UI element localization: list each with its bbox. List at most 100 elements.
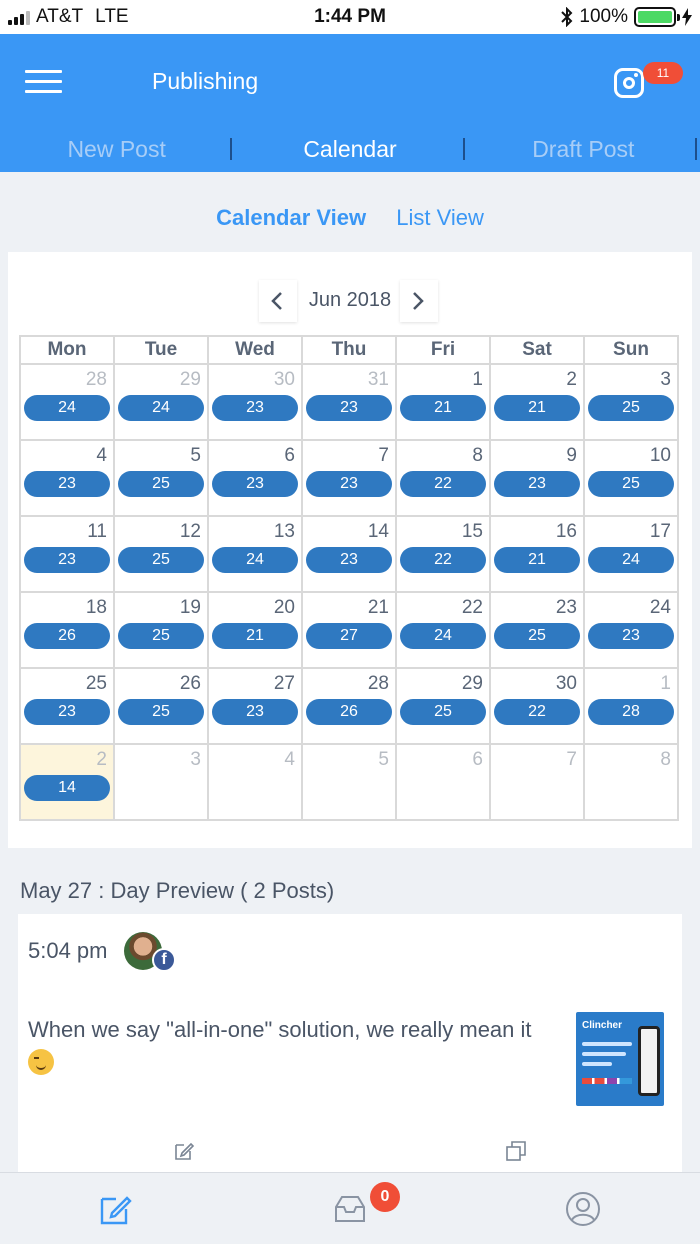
post-count-badge[interactable]: 21 [212,623,298,649]
post-count-badge[interactable]: 25 [400,699,486,725]
post-count-badge[interactable]: 25 [494,623,580,649]
edit-icon[interactable] [173,1140,195,1162]
post-count-badge[interactable]: 25 [588,395,674,421]
post-count-badge[interactable]: 25 [118,699,204,725]
post-card[interactable]: 5:04 pm f When we say "all-in-one" solut… [18,914,682,1172]
post-count-badge[interactable]: 22 [400,547,486,573]
post-count-badge[interactable]: 26 [306,699,392,725]
calendar-day-cell[interactable]: 10 25 [583,439,679,517]
calendar-day-cell[interactable]: 21 27 [301,591,397,669]
app-header: Publishing 11 New Post Calendar Draft Po… [0,34,700,172]
compose-icon[interactable] [98,1191,134,1227]
post-thumbnail[interactable]: Clincher [576,1012,664,1106]
calendar-day-cell[interactable]: 1 21 [395,363,491,441]
post-count-badge[interactable]: 22 [494,699,580,725]
post-count-badge[interactable]: 21 [494,395,580,421]
calendar-day-cell[interactable]: 3 25 [583,363,679,441]
post-count-badge[interactable]: 22 [400,471,486,497]
post-count-badge[interactable]: 28 [588,699,674,725]
calendar-day-cell[interactable]: 19 25 [113,591,209,669]
post-count-badge[interactable]: 27 [306,623,392,649]
calendar-day-cell[interactable]: 14 23 [301,515,397,593]
calendar-day-cell[interactable]: 15 22 [395,515,491,593]
post-count-badge[interactable]: 21 [400,395,486,421]
calendar-day-cell[interactable]: 20 21 [207,591,303,669]
instagram-icon[interactable] [614,68,644,98]
post-count-badge[interactable]: 24 [24,395,110,421]
calendar-day-cell[interactable]: 6 [395,743,491,821]
day-number: 13 [273,521,295,542]
calendar-day-cell[interactable]: 22 24 [395,591,491,669]
post-count-badge[interactable]: 24 [118,395,204,421]
tab-draft-post[interactable]: Draft Post [467,130,700,172]
calendar-day-cell[interactable]: 1 28 [583,667,679,745]
day-number: 20 [273,597,295,618]
calendar-day-cell[interactable]: 11 23 [19,515,115,593]
post-count-badge[interactable]: 23 [24,547,110,573]
post-count-badge[interactable]: 23 [212,699,298,725]
calendar-day-cell[interactable]: 3 [113,743,209,821]
calendar-day-cell[interactable]: 12 25 [113,515,209,593]
post-count-badge[interactable]: 24 [212,547,298,573]
calendar-day-cell[interactable]: 27 23 [207,667,303,745]
post-count-badge[interactable]: 23 [24,471,110,497]
calendar-day-cell[interactable]: 29 25 [395,667,491,745]
duplicate-icon[interactable] [505,1140,527,1162]
calendar-day-cell[interactable]: 28 24 [19,363,115,441]
profile-icon[interactable] [565,1191,601,1227]
calendar-day-cell[interactable]: 7 23 [301,439,397,517]
post-count-badge[interactable]: 23 [24,699,110,725]
tab-calendar[interactable]: Calendar [233,130,466,172]
post-text: When we say "all-in-one" solution, we re… [28,1014,558,1076]
menu-icon[interactable] [25,70,62,94]
calendar-day-cell[interactable]: 4 [207,743,303,821]
post-count-badge[interactable]: 23 [494,471,580,497]
calendar-view-toggle[interactable]: Calendar View [216,205,366,230]
calendar-day-cell[interactable]: 18 26 [19,591,115,669]
calendar-day-cell[interactable]: 4 23 [19,439,115,517]
calendar-day-cell[interactable]: 29 24 [113,363,209,441]
calendar-day-cell[interactable]: 8 22 [395,439,491,517]
post-count-badge[interactable]: 25 [118,623,204,649]
inbox-icon[interactable] [332,1191,368,1227]
calendar-day-cell[interactable]: 17 24 [583,515,679,593]
calendar-day-cell[interactable]: 5 [301,743,397,821]
post-count-badge[interactable]: 25 [118,471,204,497]
post-count-badge[interactable]: 24 [588,547,674,573]
calendar-day-cell[interactable]: 24 23 [583,591,679,669]
calendar-day-cell[interactable]: 9 23 [489,439,585,517]
calendar-day-cell[interactable]: 5 25 [113,439,209,517]
post-count-badge[interactable]: 24 [400,623,486,649]
day-number: 18 [85,597,107,618]
calendar-day-cell[interactable]: 30 23 [207,363,303,441]
status-right: 100% [561,6,692,28]
calendar-day-cell[interactable]: 30 22 [489,667,585,745]
post-count-badge[interactable]: 26 [24,623,110,649]
post-count-badge[interactable]: 23 [306,547,392,573]
next-month-button[interactable] [400,280,438,322]
post-count-badge[interactable]: 21 [494,547,580,573]
prev-month-button[interactable] [259,280,297,322]
calendar-day-cell[interactable]: 13 24 [207,515,303,593]
calendar-day-cell[interactable]: 28 26 [301,667,397,745]
post-count-badge[interactable]: 23 [306,395,392,421]
calendar-day-cell[interactable]: 2 14 [19,743,115,821]
post-count-badge[interactable]: 23 [588,623,674,649]
post-count-badge[interactable]: 23 [212,395,298,421]
calendar-day-cell[interactable]: 31 23 [301,363,397,441]
tab-new-post[interactable]: New Post [0,130,233,172]
calendar-day-cell[interactable]: 6 23 [207,439,303,517]
calendar-day-cell[interactable]: 25 23 [19,667,115,745]
post-count-badge[interactable]: 14 [24,775,110,801]
calendar-day-cell[interactable]: 16 21 [489,515,585,593]
post-count-badge[interactable]: 25 [118,547,204,573]
calendar-day-cell[interactable]: 8 [583,743,679,821]
post-count-badge[interactable]: 23 [212,471,298,497]
post-count-badge[interactable]: 23 [306,471,392,497]
post-count-badge[interactable]: 25 [588,471,674,497]
calendar-day-cell[interactable]: 7 [489,743,585,821]
calendar-day-cell[interactable]: 26 25 [113,667,209,745]
list-view-toggle[interactable]: List View [396,205,484,230]
calendar-day-cell[interactable]: 2 21 [489,363,585,441]
calendar-day-cell[interactable]: 23 25 [489,591,585,669]
